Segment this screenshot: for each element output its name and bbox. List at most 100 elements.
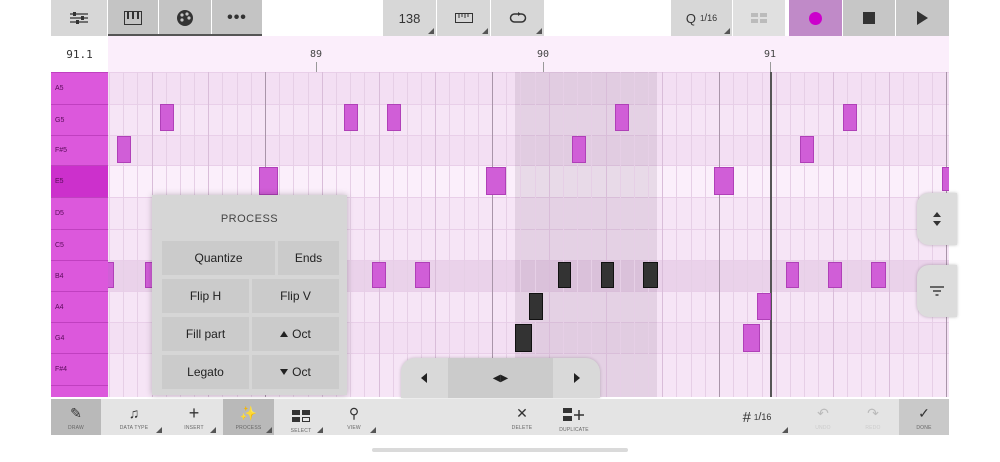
selected-note[interactable] — [515, 324, 532, 352]
zoom-vertical-button[interactable] — [917, 193, 957, 245]
grid-line — [790, 72, 791, 397]
undo-button[interactable]: ↶ UNDO — [800, 399, 846, 435]
more-button[interactable]: ••• — [212, 0, 262, 36]
pencil-icon: ✎ — [70, 405, 82, 421]
grid-line — [563, 72, 564, 397]
note[interactable] — [259, 167, 278, 195]
selected-note[interactable] — [558, 262, 571, 288]
insert-tool[interactable]: + INSERT — [170, 399, 218, 435]
piano-key[interactable]: G4 — [51, 322, 108, 353]
note[interactable] — [108, 262, 114, 288]
grid-line — [577, 72, 578, 397]
note[interactable] — [757, 293, 771, 320]
resize-horizontal-icon: ◀▶ — [492, 372, 509, 384]
palette-button[interactable] — [159, 0, 211, 36]
record-icon — [809, 11, 822, 25]
ends-action[interactable]: Ends — [278, 241, 339, 275]
checkmark-icon: ✓ — [918, 405, 930, 421]
note[interactable] — [486, 167, 506, 195]
note[interactable] — [871, 262, 886, 288]
piano-key[interactable]: B4 — [51, 260, 108, 291]
triangle-left-icon — [421, 373, 427, 383]
piano-key[interactable]: D5 — [51, 197, 108, 229]
selected-note[interactable] — [643, 262, 658, 288]
nudge-left-button[interactable] — [401, 358, 447, 398]
octave-down-action[interactable]: Oct — [252, 355, 339, 389]
select-tool[interactable]: SELECT — [277, 399, 325, 435]
process-menu: PROCESS Quantize Ends Flip H Flip V Fill… — [152, 195, 347, 395]
note[interactable] — [942, 167, 949, 191]
octave-up-action[interactable]: Oct — [252, 317, 339, 351]
grid-line — [719, 72, 720, 397]
redo-button[interactable]: ↷ REDO — [850, 399, 896, 435]
metronome-button[interactable] — [437, 0, 490, 36]
delete-button[interactable]: ✕ DELETE — [500, 399, 544, 435]
piano-key[interactable]: E5 — [51, 165, 108, 197]
quantize-den: 16 — [707, 13, 718, 23]
piano-key[interactable]: C5 — [51, 229, 108, 260]
grid-line — [804, 72, 805, 397]
play-button[interactable] — [896, 0, 949, 36]
selected-note[interactable] — [529, 293, 543, 320]
note[interactable] — [387, 104, 401, 131]
mixer-button[interactable] — [51, 0, 107, 36]
piano-key[interactable]: A4 — [51, 291, 108, 322]
flip-v-action[interactable]: Flip V — [252, 279, 339, 313]
note[interactable] — [344, 104, 358, 131]
legato-action[interactable]: Legato — [162, 355, 249, 389]
note[interactable] — [743, 324, 760, 352]
music-note-icon: ♫ — [128, 405, 140, 421]
selected-note[interactable] — [601, 262, 614, 288]
note[interactable] — [828, 262, 842, 288]
grid-mode-button[interactable] — [733, 0, 785, 36]
note[interactable] — [843, 104, 857, 131]
note[interactable] — [800, 136, 814, 163]
piano-icon — [124, 11, 142, 25]
note[interactable] — [117, 136, 131, 163]
note[interactable] — [372, 262, 386, 288]
nudge-right-button[interactable] — [554, 358, 600, 398]
duplicate-button[interactable]: DUPLICATE — [548, 399, 600, 435]
done-button[interactable]: ✓ DONE — [899, 399, 949, 435]
note[interactable] — [572, 136, 586, 163]
piano-key[interactable]: G5 — [51, 104, 108, 135]
grid-line — [549, 72, 550, 397]
bar-tick — [770, 62, 771, 72]
loop-button[interactable] — [491, 0, 544, 36]
flip-h-action[interactable]: Flip H — [162, 279, 249, 313]
quantize-action[interactable]: Quantize — [162, 241, 275, 275]
piano-key[interactable]: A5 — [51, 72, 108, 104]
draw-tool[interactable]: ✎ DRAW — [51, 399, 101, 435]
filter-icon — [930, 286, 944, 296]
tempo-button[interactable]: 138 — [383, 0, 436, 36]
note[interactable] — [714, 167, 734, 195]
note[interactable] — [615, 104, 629, 131]
triangle-down-icon — [280, 369, 289, 375]
filter-button[interactable] — [917, 265, 957, 317]
nudge-resize-button[interactable]: ◀▶ — [448, 358, 553, 398]
quantize-button[interactable]: Q 1 / 16 — [671, 0, 732, 36]
tempo-value: 138 — [398, 10, 421, 26]
stop-button[interactable] — [843, 0, 895, 36]
fill-part-action[interactable]: Fill part — [162, 317, 249, 351]
sliders-icon — [70, 12, 88, 24]
piano-key[interactable]: F#4 — [51, 353, 108, 385]
piano-key[interactable]: F#5 — [51, 135, 108, 165]
view-tool[interactable]: ⚲ VIEW — [330, 399, 378, 435]
redo-icon: ↷ — [867, 405, 879, 421]
triangle-up-icon — [280, 331, 289, 337]
timeline-ruler[interactable]: 91.1 89 90 91 — [51, 36, 949, 72]
data-type-tool[interactable]: ♫ DATA TYPE — [104, 399, 164, 435]
grid-size-button[interactable]: # 1 / 16 — [724, 399, 790, 435]
process-tool[interactable]: ✨ PROCESS — [223, 399, 274, 435]
bar-label: 91 — [763, 49, 777, 60]
piano-key[interactable] — [51, 385, 108, 397]
note[interactable] — [160, 104, 174, 131]
piano-roll-button[interactable] — [108, 0, 158, 36]
grid-line — [535, 72, 536, 397]
record-button[interactable] — [789, 0, 842, 36]
duplicate-icon — [563, 408, 584, 421]
note[interactable] — [415, 262, 430, 288]
note[interactable] — [786, 262, 799, 288]
grid-line — [478, 72, 479, 397]
